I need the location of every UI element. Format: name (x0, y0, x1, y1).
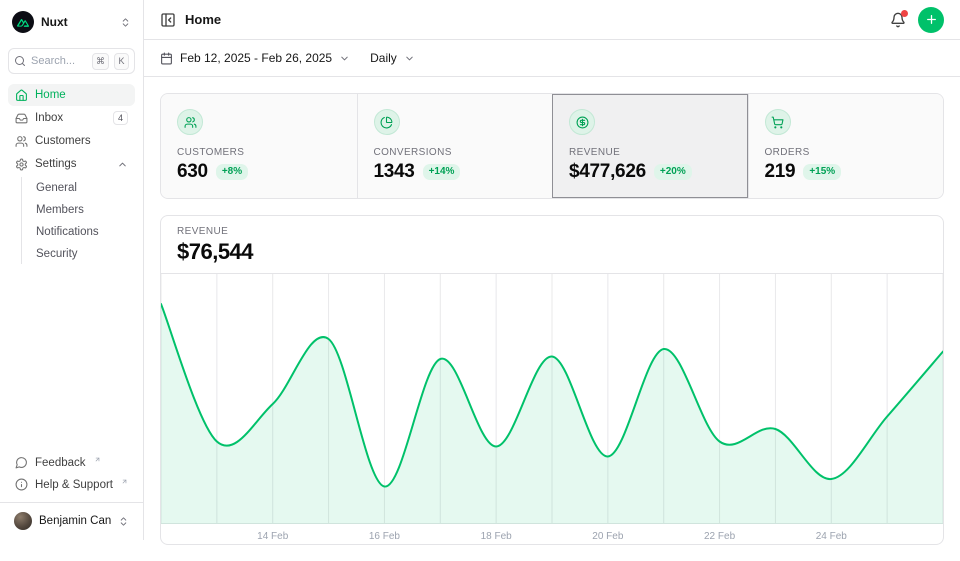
dollar-circle-icon (569, 109, 595, 135)
feedback-link[interactable]: Feedback (8, 452, 135, 473)
plus-icon (925, 13, 938, 26)
stat-card-customers[interactable]: CUSTOMERS 630 +8% (161, 94, 357, 198)
gear-icon (15, 158, 28, 171)
shopping-cart-icon (765, 109, 791, 135)
calendar-icon (160, 52, 173, 65)
period-label: Daily (370, 51, 397, 65)
svg-text:16 Feb: 16 Feb (369, 531, 401, 542)
svg-text:14 Feb: 14 Feb (257, 531, 289, 542)
home-icon (15, 89, 28, 102)
help-support-link[interactable]: Help & Support (8, 474, 135, 495)
sidebar-footer: Feedback Help & Support Benjamin Canac (8, 452, 135, 532)
sidebar-item-inbox[interactable]: Inbox 4 (8, 107, 135, 129)
feedback-label: Feedback (35, 457, 86, 469)
sidebar-item-label: Customers (35, 135, 91, 147)
main-area: Home Feb 12, 2025 - Feb 26, 2025 Daily (144, 0, 960, 540)
stat-card-revenue[interactable]: REVENUE $477,626 +20% (552, 94, 748, 198)
sidebar-item-label: Settings (35, 158, 77, 170)
info-circle-icon (15, 478, 28, 491)
user-menu[interactable]: Benjamin Canac (8, 504, 135, 532)
stat-delta-badge: +14% (423, 164, 461, 180)
notifications-button[interactable] (890, 12, 906, 28)
kbd-cmd: ⌘ (92, 53, 109, 70)
stat-card-conversions[interactable]: CONVERSIONS 1343 +14% (357, 94, 553, 198)
svg-text:24 Feb: 24 Feb (816, 531, 848, 542)
kbd-k: K (114, 53, 129, 70)
topbar-actions (890, 7, 944, 33)
chevron-down-icon (339, 53, 350, 64)
date-range-label: Feb 12, 2025 - Feb 26, 2025 (180, 51, 332, 65)
users-icon (177, 109, 203, 135)
nuxt-logo-icon (12, 11, 34, 33)
page-title: Home (185, 12, 221, 27)
panel-left-close-icon (160, 12, 176, 28)
stat-value: 219 (765, 161, 796, 183)
search-input[interactable] (31, 55, 87, 67)
stat-label: ORDERS (765, 147, 928, 158)
sidebar-item-home[interactable]: Home (8, 84, 135, 106)
stats-row: CUSTOMERS 630 +8% CONVERSIONS 1343 +14% (160, 93, 944, 199)
chart-title: REVENUE (177, 226, 927, 237)
sidebar-item-settings[interactable]: Settings (8, 153, 135, 175)
stat-value: 630 (177, 161, 208, 183)
inbox-icon (15, 112, 28, 125)
external-link-icon (121, 478, 128, 485)
svg-text:22 Feb: 22 Feb (704, 531, 736, 542)
add-button[interactable] (918, 7, 944, 33)
external-link-icon (94, 456, 101, 463)
revenue-chart[interactable]: 14 Feb 16 Feb 18 Feb 20 Feb 22 Feb 24 Feb (161, 274, 943, 545)
sidebar-nav: Home Inbox 4 Customers Settings Genera (8, 84, 135, 264)
filters-toolbar: Feb 12, 2025 - Feb 26, 2025 Daily (144, 40, 960, 77)
topbar: Home (144, 0, 960, 40)
svg-text:20 Feb: 20 Feb (592, 531, 624, 542)
search-input-wrap[interactable]: ⌘ K (8, 48, 135, 74)
sidebar: Nuxt ⌘ K Home Inbox 4 (0, 0, 144, 540)
users-icon (15, 135, 28, 148)
sidebar-item-members[interactable]: Members (30, 199, 135, 220)
stat-label: REVENUE (569, 147, 732, 158)
settings-sub-list: General Members Notifications Security (21, 177, 135, 264)
stat-label: CUSTOMERS (177, 147, 341, 158)
stat-delta-badge: +20% (654, 164, 692, 180)
dashboard-content: CUSTOMERS 630 +8% CONVERSIONS 1343 +14% (144, 77, 960, 561)
help-support-label: Help & Support (35, 479, 113, 491)
unfold-icon (120, 17, 131, 28)
chevron-down-icon (404, 53, 415, 64)
stat-value: 1343 (374, 161, 415, 183)
revenue-chart-card: REVENUE $76,544 14 Feb 16 Feb 18 Feb 20 Feb… (160, 215, 944, 545)
collapse-sidebar-button[interactable] (160, 12, 176, 28)
sidebar-item-security[interactable]: Security (30, 243, 135, 264)
sidebar-item-customers[interactable]: Customers (8, 130, 135, 152)
chart-total-value: $76,544 (177, 239, 927, 265)
inbox-count-badge: 4 (113, 111, 128, 125)
chart-header: REVENUE $76,544 (161, 216, 943, 274)
period-select[interactable]: Daily (370, 51, 415, 65)
user-name: Benjamin Canac (39, 515, 111, 527)
chevron-up-icon (117, 159, 128, 170)
stat-value: $477,626 (569, 161, 646, 183)
stat-delta-badge: +15% (803, 164, 841, 180)
stat-label: CONVERSIONS (374, 147, 537, 158)
sidebar-item-notifications[interactable]: Notifications (30, 221, 135, 242)
search-icon (14, 55, 26, 67)
sidebar-item-label: Inbox (35, 112, 63, 124)
pie-chart-icon (374, 109, 400, 135)
user-avatar (14, 512, 32, 530)
stat-card-orders[interactable]: ORDERS 219 +15% (748, 94, 944, 198)
workspace-name: Nuxt (41, 15, 113, 29)
message-bubble-icon (15, 456, 28, 469)
sidebar-item-label: Home (35, 89, 66, 101)
svg-text:18 Feb: 18 Feb (481, 531, 513, 542)
workspace-switcher[interactable]: Nuxt (8, 8, 135, 36)
sidebar-divider (0, 502, 143, 503)
unfold-icon (118, 516, 129, 527)
date-range-picker[interactable]: Feb 12, 2025 - Feb 26, 2025 (160, 51, 350, 65)
stat-delta-badge: +8% (216, 164, 248, 180)
notification-dot (901, 10, 908, 17)
sidebar-item-general[interactable]: General (30, 177, 135, 198)
